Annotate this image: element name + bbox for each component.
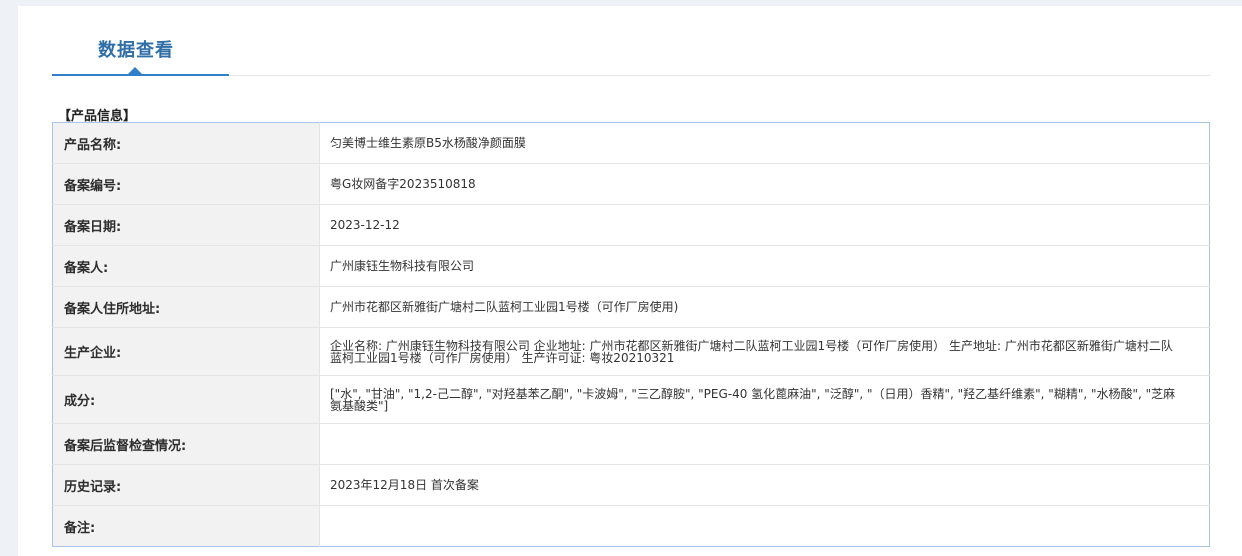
active-tab-underline [52,74,229,76]
row-label: 历史记录: [52,464,320,506]
product-info-table: 产品名称: 匀美博士维生素原B5水杨酸净颜面膜 备案编号: 粤G妆网备字2023… [52,122,1210,547]
table-row: 历史记录: 2023年12月18日 首次备案 [52,464,1210,506]
active-tab-caret-icon [128,67,142,74]
row-label: 备案编号: [52,163,320,205]
table-row: 生产企业: 企业名称: 广州康钰生物科技有限公司 企业地址: 广州市花都区新雅街… [52,327,1210,376]
row-value: 企业名称: 广州康钰生物科技有限公司 企业地址: 广州市花都区新雅街广塘村二队蓝… [319,327,1210,376]
table-row: 备注: [52,505,1210,547]
table-row: 备案编号: 粤G妆网备字2023510818 [52,163,1210,205]
row-value: 2023-12-12 [319,204,1210,246]
row-label: 备注: [52,505,320,547]
row-label: 备案后监督检查情况: [52,423,320,465]
table-row: 备案人: 广州康钰生物科技有限公司 [52,245,1210,287]
table-row: 备案日期: 2023-12-12 [52,204,1210,246]
row-value: 匀美博士维生素原B5水杨酸净颜面膜 [319,122,1210,164]
tab-data-view[interactable]: 数据查看 [98,36,174,62]
table-row: 备案人住所地址: 广州市花都区新雅街广塘村二队蓝柯工业园1号楼（可作厂房使用) [52,286,1210,328]
table-row: 成分: ["水", "甘油", "1,2-己二醇", "对羟基苯乙酮", "卡波… [52,375,1210,424]
row-label: 备案人住所地址: [52,286,320,328]
row-value: 广州康钰生物科技有限公司 [319,245,1210,287]
row-label: 成分: [52,375,320,424]
row-value: ["水", "甘油", "1,2-己二醇", "对羟基苯乙酮", "卡波姆", … [319,375,1210,424]
row-value [320,506,1210,547]
row-label: 备案人: [52,245,320,287]
content-panel: 数据查看 【产品信息】 产品名称: 匀美博士维生素原B5水杨酸净颜面膜 备案编号… [18,6,1242,556]
row-value: 2023年12月18日 首次备案 [319,464,1210,506]
tab-bar: 数据查看 [52,6,1210,78]
row-label: 产品名称: [52,122,320,164]
row-value: 粤G妆网备字2023510818 [319,163,1210,205]
row-value: 广州市花都区新雅街广塘村二队蓝柯工业园1号楼（可作厂房使用) [319,286,1210,328]
table-row: 备案后监督检查情况: [52,423,1210,465]
row-label: 生产企业: [52,327,320,376]
table-row: 产品名称: 匀美博士维生素原B5水杨酸净颜面膜 [52,122,1210,164]
tab-divider [229,75,1210,76]
row-value [319,423,1210,465]
row-label: 备案日期: [52,204,320,246]
